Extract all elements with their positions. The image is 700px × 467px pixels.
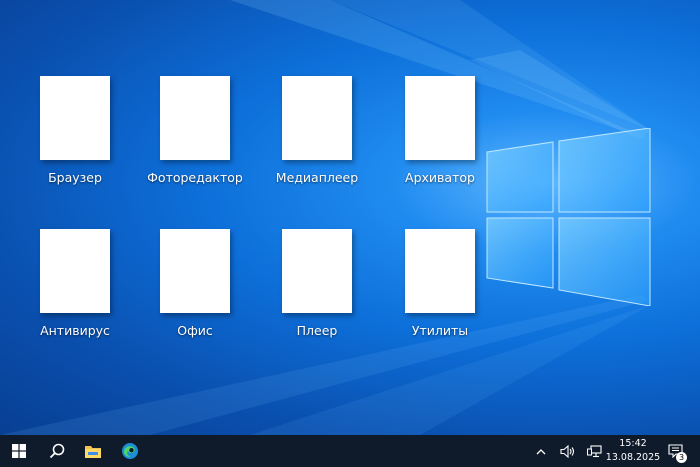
desktop-icon-browser[interactable]: Браузер — [20, 76, 130, 185]
edge-button[interactable] — [115, 435, 145, 467]
desktop-icon-label: Офис — [177, 323, 213, 338]
desktop-icon-media-player[interactable]: Медиаплеер — [262, 76, 372, 185]
clock[interactable]: 15:42 13.08.2025 — [604, 437, 662, 465]
desktop-icon-label: Медиаплеер — [275, 170, 359, 185]
file-explorer-button[interactable] — [78, 435, 108, 467]
desktop-icon-label: Антивирус — [40, 323, 110, 338]
file-explorer-icon — [85, 445, 101, 458]
search-icon — [49, 443, 65, 459]
desktop-icon-label: Архиватор — [405, 170, 475, 185]
chevron-up-icon — [536, 448, 546, 454]
speaker-icon — [560, 444, 575, 458]
show-hidden-icons-button[interactable] — [532, 435, 550, 467]
desktop-icon-label: Утилиты — [411, 323, 469, 338]
file-icon — [282, 229, 352, 313]
start-icon — [12, 444, 26, 458]
taskbar: 15:42 13.08.2025 — [0, 435, 700, 467]
edge-icon — [122, 443, 138, 459]
file-icon — [405, 76, 475, 160]
file-icon — [160, 76, 230, 160]
file-icon — [282, 76, 352, 160]
desktop-icon-player[interactable]: Плеер — [262, 229, 372, 338]
windows-logo-wallpaper — [486, 128, 651, 306]
network-button[interactable] — [584, 435, 604, 467]
desktop-icon-antivirus[interactable]: Антивирус — [20, 229, 130, 338]
file-icon — [160, 229, 230, 313]
desktop-icon-office[interactable]: Офис — [140, 229, 250, 338]
clock-date: 13.08.2025 — [605, 452, 661, 463]
search-button[interactable] — [42, 435, 72, 467]
file-icon — [40, 76, 110, 160]
desktop-icon-photo-editor[interactable]: Фоторедактор — [140, 76, 250, 185]
desktop-icon-archiver[interactable]: Архиватор — [385, 76, 495, 185]
start-button[interactable] — [4, 435, 34, 467]
notification-count-badge: 3 — [676, 452, 687, 463]
desktop: Браузер Фоторедактор Медиаплеер Архивато… — [0, 0, 700, 435]
desktop-icon-label: Плеер — [296, 323, 338, 338]
network-icon — [586, 444, 602, 457]
desktop-icon-label: Фоторедактор — [147, 170, 243, 185]
file-icon — [405, 229, 475, 313]
volume-button[interactable] — [557, 435, 579, 467]
desktop-icon-label: Браузер — [48, 170, 102, 185]
file-icon — [40, 229, 110, 313]
clock-time: 15:42 — [619, 438, 647, 449]
desktop-icon-utilities[interactable]: Утилиты — [385, 229, 495, 338]
